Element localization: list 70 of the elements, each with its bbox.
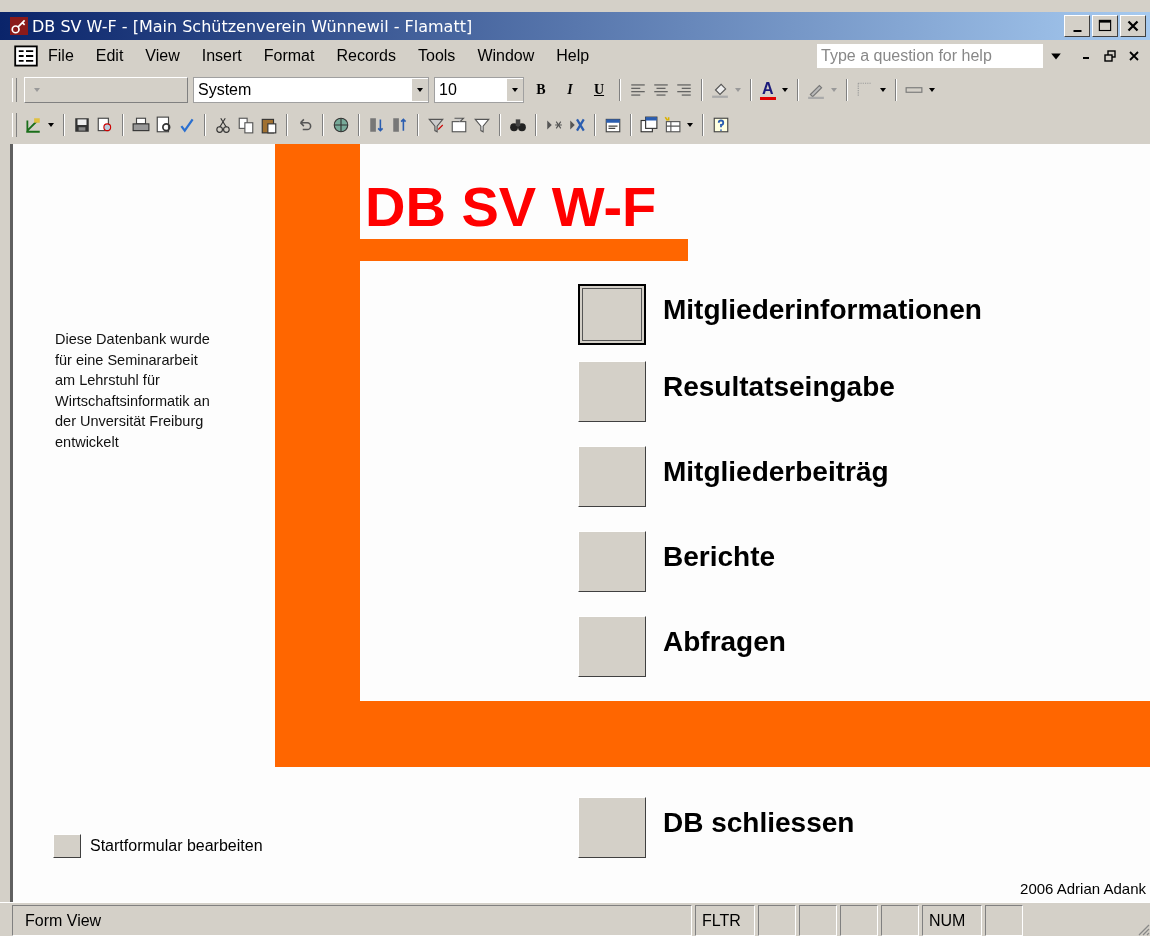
sort-ascending-icon[interactable] [368, 115, 386, 134]
font-color-button[interactable]: A [760, 79, 776, 100]
resize-grip-icon[interactable] [1136, 922, 1150, 936]
credit-text: 2006 Adrian Adank [1020, 880, 1146, 897]
button-label: Abfragen [663, 626, 786, 658]
button-label: DB schliessen [663, 807, 855, 839]
print-icon[interactable] [132, 115, 150, 134]
help-search-field[interactable]: Type a question for help [816, 43, 1044, 69]
close-button[interactable] [1120, 15, 1146, 37]
caret-icon[interactable] [416, 85, 424, 94]
caret-icon[interactable] [878, 85, 887, 94]
restore-icon[interactable] [1104, 50, 1116, 62]
form-icon[interactable] [14, 45, 38, 67]
file-search-icon[interactable] [96, 115, 114, 134]
globe-icon[interactable] [332, 115, 350, 134]
menu-item[interactable]: Records [336, 47, 396, 65]
bold-button[interactable]: B [529, 77, 553, 102]
button-label: Berichte [663, 541, 776, 573]
status-text: Form View [12, 905, 692, 936]
design-view-icon[interactable] [24, 115, 42, 134]
close-db-button[interactable] [578, 797, 646, 858]
underline-button[interactable]: U [587, 77, 611, 102]
status-indicator: FLTR [695, 905, 755, 936]
button-label: Resultatseingabe [663, 371, 895, 403]
button-label: Mitgliederbeiträg [663, 456, 889, 488]
database-window-icon[interactable] [640, 115, 658, 134]
menu-item[interactable]: Format [263, 47, 315, 65]
font-combo[interactable]: System [193, 76, 429, 103]
object-combo[interactable] [24, 76, 188, 103]
caret-icon[interactable] [780, 85, 789, 94]
menu-item[interactable]: View [145, 47, 180, 65]
button-label: Startformular bearbeiten [90, 837, 263, 855]
sort-descending-icon[interactable] [391, 115, 409, 134]
info-text: Diese Datenbank wurde für eine Seminararbeit am Lehrstuhl für Wirtschaftsinformatik an der Unversität Freiburg entwickelt [55, 330, 210, 452]
form-title: DB SV W-F [365, 174, 657, 239]
caret-icon[interactable] [686, 120, 694, 129]
caret-icon[interactable] [47, 120, 55, 129]
button-label: Mitgliederinformationen [663, 294, 982, 326]
menu-item[interactable]: Edit [95, 47, 124, 65]
help-icon[interactable] [712, 115, 730, 134]
maximize-button[interactable] [1092, 15, 1118, 37]
caret-icon[interactable] [511, 85, 519, 94]
menu-item[interactable]: Help [556, 47, 590, 65]
window-title: DB SV W-F - [Main Schützenverein Wünnewil - Flamatt] [32, 16, 473, 36]
status-pane [799, 905, 837, 936]
maximize-icon [1096, 18, 1114, 34]
new-object-icon[interactable] [663, 115, 681, 134]
caret-icon[interactable] [927, 85, 936, 94]
italic-button[interactable]: I [558, 77, 582, 102]
status-pane [758, 905, 796, 936]
font-size-combo[interactable]: 10 [434, 76, 524, 103]
status-pane [881, 905, 919, 936]
print-preview-icon[interactable] [155, 115, 173, 134]
key-icon [10, 17, 28, 35]
minimize-icon [1072, 29, 1082, 32]
save-icon[interactable] [73, 115, 91, 134]
edit-form-button[interactable] [53, 834, 81, 858]
menu-item[interactable]: Tools [418, 47, 456, 65]
status-pane [840, 905, 878, 936]
close-icon[interactable] [1128, 50, 1140, 62]
minimize-button[interactable] [1064, 15, 1090, 37]
menu-item[interactable]: Insert [201, 47, 242, 65]
filter-form-icon[interactable] [450, 115, 468, 134]
copy-icon[interactable] [237, 115, 255, 134]
menu-button[interactable] [578, 284, 646, 345]
status-indicator: NUM [922, 905, 982, 936]
menu-item[interactable]: File [48, 47, 74, 65]
status-pane [985, 905, 1023, 936]
menu-item[interactable]: Window [477, 47, 535, 65]
cut-icon[interactable] [214, 115, 232, 134]
